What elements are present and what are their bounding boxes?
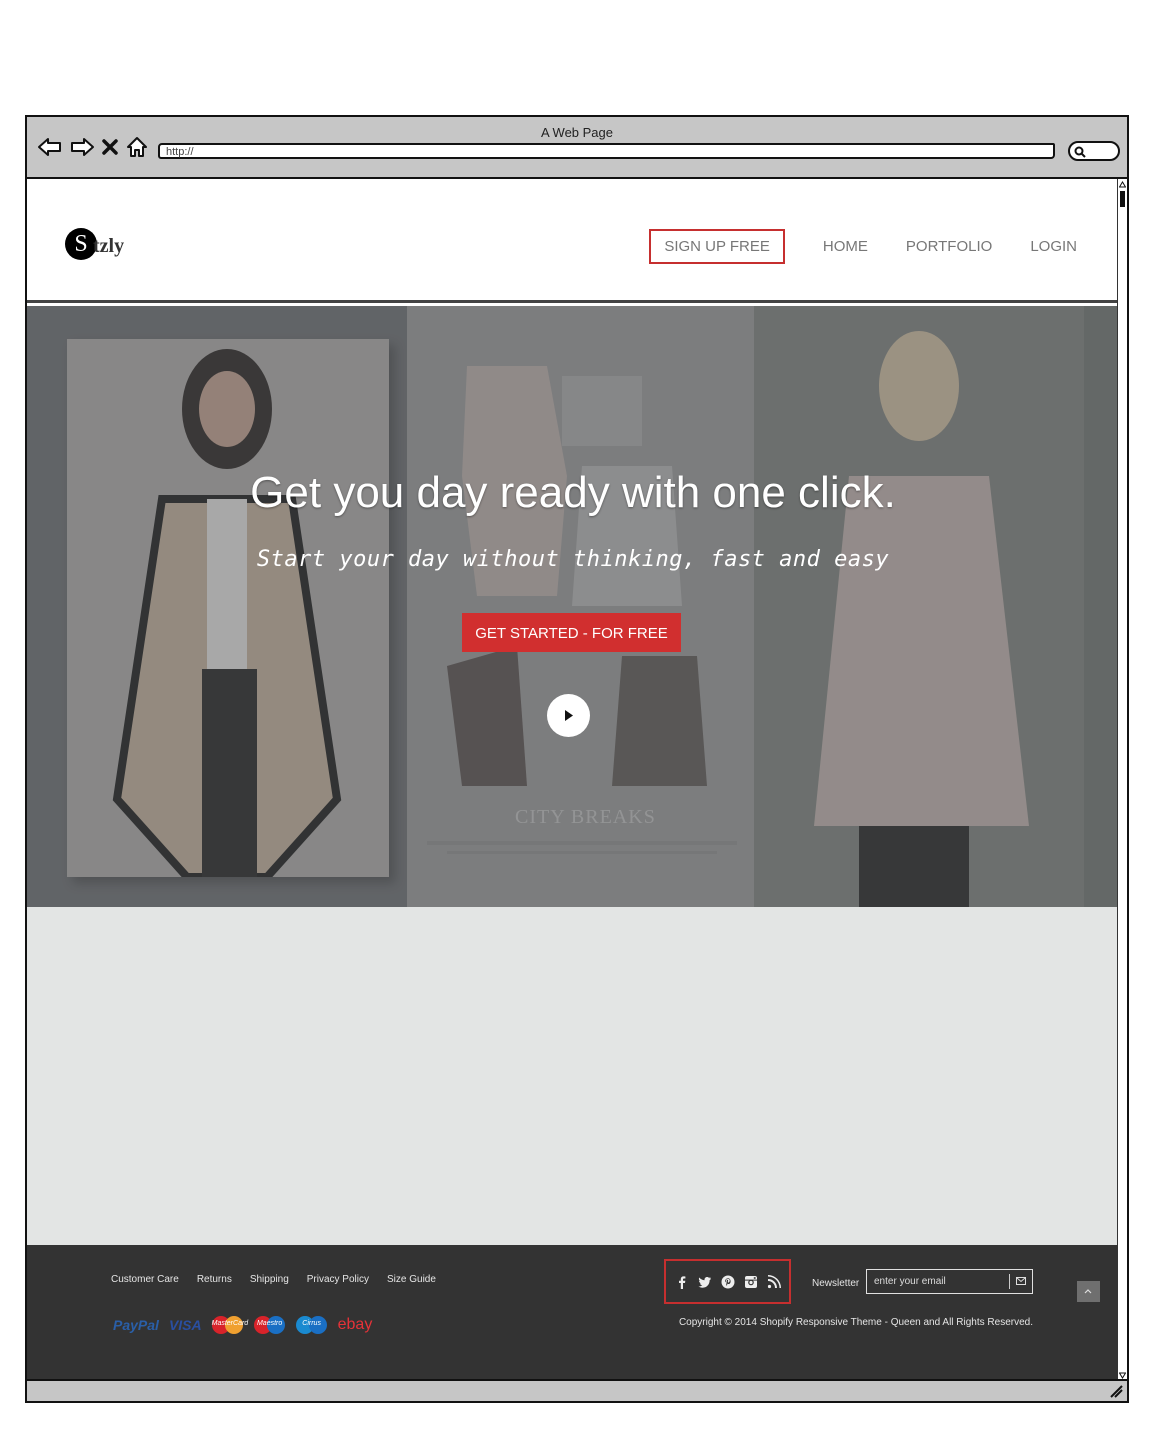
- hero-faint-caption: CITY BREAKS: [515, 806, 656, 828]
- scroll-up-arrow-icon[interactable]: [1119, 181, 1126, 188]
- browser-window: A Web Page http:// S tzly SIGN UP FREE H…: [25, 115, 1129, 1403]
- instagram-icon[interactable]: [744, 1275, 758, 1289]
- copyright-text: Copyright © 2014 Shopify Responsive Them…: [678, 1317, 1033, 1328]
- hero-banner: CITY BREAKS Get you day ready with one c…: [27, 306, 1119, 907]
- maestro-logo: Maestro: [253, 1314, 286, 1336]
- chevron-up-icon: [1084, 1289, 1092, 1294]
- search-icon: [1074, 146, 1086, 158]
- browser-status-bar: [27, 1379, 1127, 1401]
- hero-headline: Get you day ready with one click.: [250, 468, 896, 517]
- page-viewport: S tzly SIGN UP FREE HOME PORTFOLIO LOGIN: [27, 179, 1119, 1381]
- footer-link-returns[interactable]: Returns: [197, 1274, 232, 1285]
- back-to-top-button[interactable]: [1077, 1281, 1100, 1302]
- content-area: [27, 907, 1119, 1245]
- address-bar[interactable]: http://: [158, 143, 1055, 159]
- forward-arrow-icon[interactable]: [69, 136, 95, 158]
- play-icon: [565, 710, 573, 721]
- logo[interactable]: S tzly: [65, 227, 124, 261]
- newsletter-submit-button[interactable]: [1009, 1274, 1032, 1289]
- nav-portfolio[interactable]: PORTFOLIO: [906, 238, 992, 255]
- social-links: [664, 1259, 791, 1304]
- scroll-down-arrow-icon[interactable]: [1119, 1372, 1126, 1379]
- ebay-logo: ebay: [337, 1316, 373, 1333]
- cirrus-logo: Cirrus: [295, 1314, 328, 1336]
- facebook-icon[interactable]: [675, 1275, 689, 1289]
- newsletter-email-input[interactable]: [867, 1270, 1007, 1293]
- site-footer: Customer Care Returns Shipping Privacy P…: [27, 1245, 1119, 1381]
- scroll-thumb[interactable]: [1120, 191, 1125, 207]
- visa-logo: VISA: [168, 1317, 202, 1333]
- site-header: S tzly SIGN UP FREE HOME PORTFOLIO LOGIN: [27, 179, 1119, 303]
- footer-link-size-guide[interactable]: Size Guide: [387, 1274, 436, 1285]
- vertical-scrollbar[interactable]: [1117, 179, 1127, 1381]
- envelope-icon: [1016, 1277, 1026, 1285]
- logo-wordmark: tzly: [93, 234, 125, 257]
- main-nav: SIGN UP FREE HOME PORTFOLIO LOGIN: [649, 229, 1077, 264]
- sign-up-free-button[interactable]: SIGN UP FREE: [649, 229, 785, 264]
- home-icon[interactable]: [125, 135, 149, 159]
- footer-links: Customer Care Returns Shipping Privacy P…: [111, 1274, 436, 1285]
- twitter-icon[interactable]: [698, 1275, 712, 1289]
- footer-link-customer-care[interactable]: Customer Care: [111, 1274, 179, 1285]
- paypal-logo: PayPal: [113, 1317, 159, 1333]
- footer-link-privacy-policy[interactable]: Privacy Policy: [307, 1274, 369, 1285]
- hero-subheadline: Start your day without thinking, fast an…: [256, 547, 890, 572]
- stop-icon[interactable]: [101, 138, 119, 156]
- browser-search-field[interactable]: [1068, 141, 1120, 161]
- window-title: A Web Page: [540, 125, 614, 140]
- back-arrow-icon[interactable]: [37, 136, 63, 158]
- newsletter-label: Newsletter: [812, 1278, 860, 1289]
- footer-link-shipping[interactable]: Shipping: [250, 1274, 289, 1285]
- newsletter-form: [866, 1269, 1033, 1294]
- browser-toolbar: A Web Page http://: [27, 117, 1127, 179]
- browser-nav-buttons: [37, 135, 149, 159]
- payment-methods: PayPal VISA MasterCard Maestro Cirrus eb…: [113, 1314, 372, 1336]
- play-video-button[interactable]: [547, 694, 590, 737]
- address-text: http://: [166, 146, 194, 158]
- rss-icon[interactable]: [767, 1274, 781, 1289]
- get-started-button[interactable]: GET STARTED - FOR FREE: [462, 613, 681, 652]
- nav-login[interactable]: LOGIN: [1030, 238, 1077, 255]
- nav-home[interactable]: HOME: [823, 238, 868, 255]
- pinterest-icon[interactable]: [721, 1275, 735, 1289]
- resize-grip-icon[interactable]: [1109, 1384, 1123, 1398]
- mastercard-logo: MasterCard: [211, 1314, 248, 1336]
